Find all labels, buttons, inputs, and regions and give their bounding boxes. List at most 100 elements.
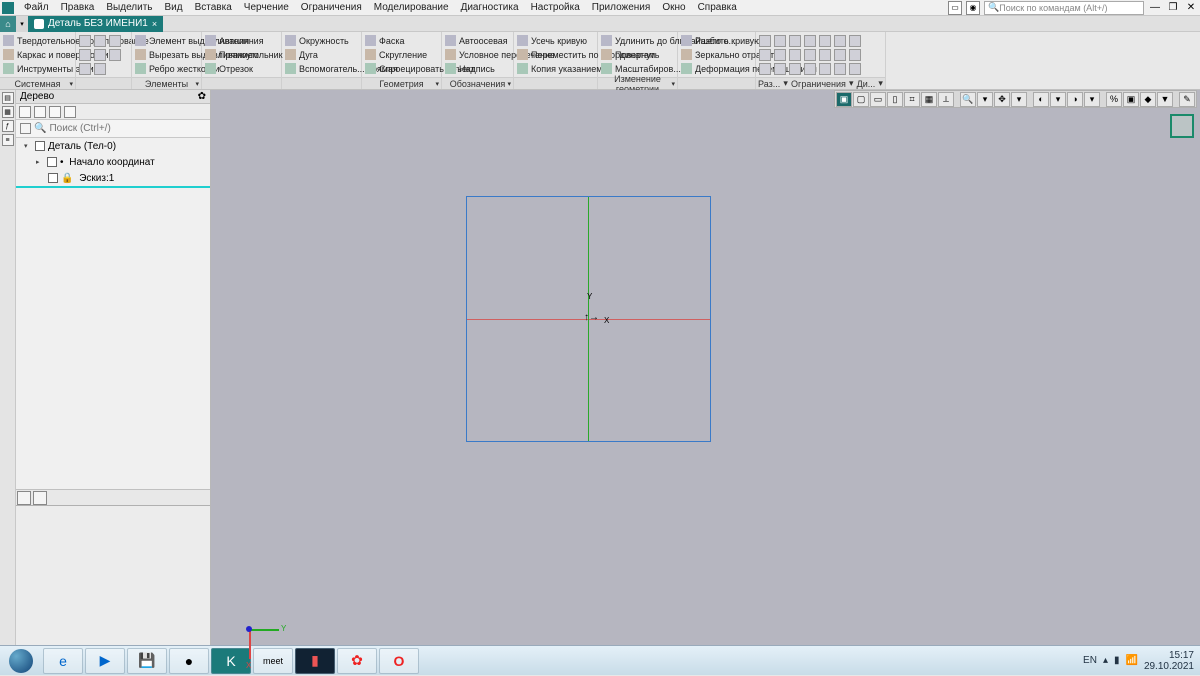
open-icon[interactable] bbox=[94, 35, 106, 47]
circle-btn[interactable]: Окружность bbox=[299, 36, 349, 46]
command-search[interactable]: 🔍 Поиск по командам (Alt+/) bbox=[984, 1, 1144, 15]
tool-icon[interactable] bbox=[774, 63, 786, 75]
tool-icon[interactable] bbox=[819, 35, 831, 47]
tool-icon[interactable] bbox=[849, 35, 861, 47]
rotate-btn[interactable]: Повернуть bbox=[615, 50, 659, 60]
autoaxis-btn[interactable]: Автоосевая bbox=[459, 36, 508, 46]
tray-lang[interactable]: EN bbox=[1083, 655, 1097, 666]
segment-btn[interactable]: Отрезок bbox=[219, 64, 253, 74]
trim-btn[interactable]: Усечь кривую bbox=[531, 36, 587, 46]
rectangle-btn[interactable]: Прямоугольник bbox=[219, 50, 283, 60]
tool-icon[interactable] bbox=[804, 49, 816, 61]
copy-btn[interactable]: Копия указанием bbox=[531, 64, 602, 74]
fx-rail-icon[interactable]: ƒ bbox=[2, 120, 14, 132]
menu-constraints[interactable]: Ограничения bbox=[295, 2, 368, 13]
menu-modeling[interactable]: Моделирование bbox=[368, 2, 455, 13]
menu-settings[interactable]: Настройка bbox=[525, 2, 586, 13]
menu-select[interactable]: Выделить bbox=[100, 2, 158, 13]
tool-icon[interactable] bbox=[759, 49, 771, 61]
undo-icon[interactable] bbox=[79, 63, 91, 75]
trim-icon bbox=[517, 35, 528, 46]
start-button[interactable] bbox=[0, 646, 42, 676]
taskbar-app[interactable]: ▮ bbox=[295, 648, 335, 674]
layout-icon[interactable]: ▭ bbox=[948, 1, 962, 15]
new-icon[interactable] bbox=[79, 35, 91, 47]
redo-icon[interactable] bbox=[94, 63, 106, 75]
panel-gear-icon[interactable]: ✿ bbox=[198, 91, 206, 102]
tray-clock[interactable]: 15:17 29.10.2021 bbox=[1144, 650, 1194, 672]
tree-tool-icon[interactable] bbox=[49, 106, 61, 118]
taskbar-chrome[interactable]: ● bbox=[169, 648, 209, 674]
menu-window[interactable]: Окно bbox=[656, 2, 691, 13]
tray-up-icon[interactable]: ▴ bbox=[1103, 655, 1108, 666]
tool-icon[interactable] bbox=[804, 63, 816, 75]
home-button[interactable]: ⌂ bbox=[0, 16, 16, 32]
tray-vol-icon[interactable]: 📶 bbox=[1125, 655, 1137, 666]
tab-close-icon[interactable]: × bbox=[152, 19, 157, 29]
tool-icon[interactable] bbox=[789, 49, 801, 61]
tree-root[interactable]: ▾Деталь (Тел-0) bbox=[16, 138, 210, 154]
tray-net-icon[interactable]: ▮ bbox=[1114, 655, 1120, 666]
tool-icon[interactable] bbox=[759, 63, 771, 75]
taskbar-opera[interactable]: O bbox=[379, 648, 419, 674]
tool-icon[interactable] bbox=[804, 35, 816, 47]
text-btn[interactable]: Надпись bbox=[459, 64, 495, 74]
menu-file[interactable]: Файл bbox=[18, 2, 55, 13]
tool-icon[interactable] bbox=[834, 35, 846, 47]
tool-icon[interactable] bbox=[789, 35, 801, 47]
chamfer-btn[interactable]: Фаска bbox=[379, 36, 405, 46]
save-icon[interactable] bbox=[109, 35, 121, 47]
close-button[interactable]: ✕ bbox=[1184, 1, 1198, 15]
tool-icon[interactable] bbox=[819, 63, 831, 75]
tree-origin[interactable]: ▸• Начало координат bbox=[16, 154, 210, 170]
menu-edit[interactable]: Правка bbox=[55, 2, 101, 13]
tree-tool-icon[interactable] bbox=[64, 106, 76, 118]
taskbar-media[interactable]: ▶ bbox=[85, 648, 125, 674]
menu-insert[interactable]: Вставка bbox=[189, 2, 238, 13]
tool-icon[interactable] bbox=[789, 63, 801, 75]
taskbar-kompas[interactable]: K bbox=[211, 648, 251, 674]
taskbar-meet[interactable]: meet bbox=[253, 648, 293, 674]
split-btn[interactable]: Разбить кривую bbox=[695, 36, 761, 46]
tool-icon[interactable] bbox=[774, 35, 786, 47]
scale-btn[interactable]: Масштабиров... bbox=[615, 64, 681, 74]
params-rail-icon[interactable]: ▦ bbox=[2, 106, 14, 118]
tool-icon[interactable] bbox=[759, 35, 771, 47]
taskbar-save[interactable]: 💾 bbox=[127, 648, 167, 674]
menu-apps[interactable]: Приложения bbox=[586, 2, 657, 13]
tree-rail-icon[interactable]: ▤ bbox=[2, 92, 14, 104]
tool-icon[interactable] bbox=[849, 49, 861, 61]
tool-icon[interactable] bbox=[849, 63, 861, 75]
fillet-btn[interactable]: Скругление bbox=[379, 50, 427, 60]
panel-mode-icon[interactable] bbox=[17, 491, 31, 505]
autoline-btn[interactable]: Автолиния bbox=[219, 36, 264, 46]
system-tray[interactable]: EN ▴ ▮ 📶 15:17 29.10.2021 bbox=[1077, 650, 1200, 672]
tool-icon[interactable] bbox=[774, 49, 786, 61]
tree-tool-icon[interactable] bbox=[34, 106, 46, 118]
tool-icon[interactable] bbox=[819, 49, 831, 61]
document-tab[interactable]: Деталь БЕЗ ИМЕНИ1 × bbox=[28, 16, 163, 32]
taskbar-app[interactable]: ✿ bbox=[337, 648, 377, 674]
filter-icon[interactable] bbox=[20, 123, 31, 134]
arc-btn[interactable]: Дуга bbox=[299, 50, 318, 60]
home-dropdown[interactable]: ▾ bbox=[16, 16, 28, 32]
menu-help[interactable]: Справка bbox=[692, 2, 743, 13]
menu-diagnostics[interactable]: Диагностика bbox=[455, 2, 525, 13]
print-icon[interactable] bbox=[79, 49, 91, 61]
camera-icon[interactable]: ◉ bbox=[966, 1, 980, 15]
tree-tool-icon[interactable] bbox=[19, 106, 31, 118]
panel-mode-icon[interactable] bbox=[33, 491, 47, 505]
page-icon[interactable] bbox=[109, 49, 121, 61]
menu-rail-icon[interactable]: ≡ bbox=[2, 134, 14, 146]
maximize-button[interactable]: ❐ bbox=[1166, 1, 1180, 15]
menu-view[interactable]: Вид bbox=[159, 2, 189, 13]
tool-icon[interactable] bbox=[834, 49, 846, 61]
tool-icon[interactable] bbox=[834, 63, 846, 75]
doc-icon[interactable] bbox=[94, 49, 106, 61]
taskbar-ie[interactable]: e bbox=[43, 648, 83, 674]
menu-drawing[interactable]: Черчение bbox=[238, 2, 295, 13]
viewport[interactable]: ▣ ▢ ▭ ▯ ⌗ ▦ ⟂ 🔍 ▾ ✥ ▾ ◐ ▾ ◑ ▾ % ▣ ◆ ▼ ✎ bbox=[211, 90, 1200, 645]
minimize-button[interactable]: — bbox=[1148, 1, 1162, 15]
tree-search-input[interactable] bbox=[49, 123, 206, 134]
tree-sketch[interactable]: 🔒 Эскиз:1 bbox=[16, 170, 210, 186]
